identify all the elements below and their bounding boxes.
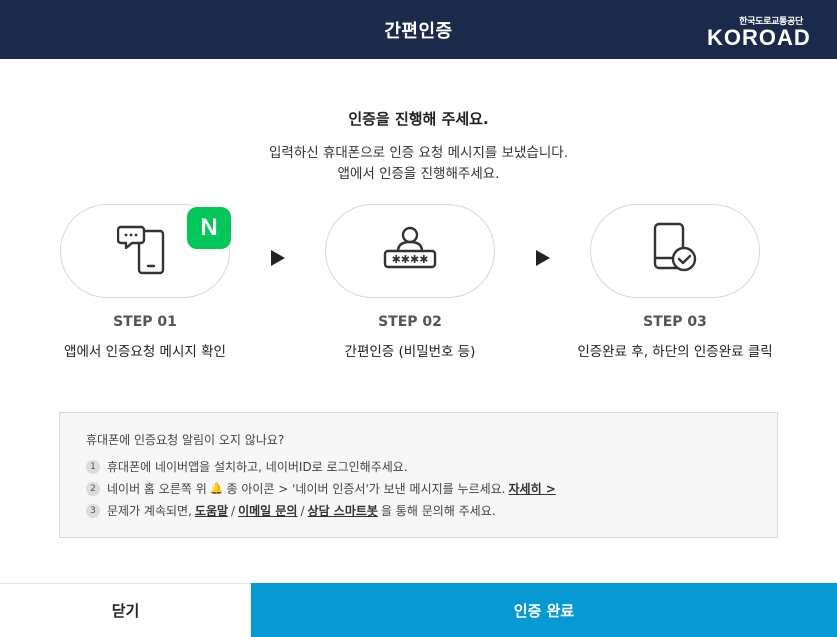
header-bar: 간편인증 한국도로교통공단 KOROAD [0,0,837,59]
step-1-desc: 앱에서 인증요청 메시지 확인 [64,344,226,360]
step-2: ✱✱✱✱ STEP 02 간편인증 (비밀번호 등) [325,204,495,360]
smartbot-link[interactable]: 상담 스마트봇 [308,502,378,519]
help-box: 휴대폰에 인증요청 알림이 오지 않나요? 1 휴대폰에 네이버앱을 설치하고,… [59,412,778,538]
help-item-2-text-b: 종 아이콘 > '네이버 인증서'가 보낸 메시지를 누르세요. [226,482,506,496]
step-1-label: STEP 01 [113,314,177,330]
help-link[interactable]: 도움말 [195,502,228,519]
step-2-pill: ✱✱✱✱ [325,204,495,298]
user-password-icon: ✱✱✱✱ [380,224,440,278]
phone-check-icon [649,221,701,281]
auth-complete-button[interactable]: 인증 완료 [251,583,837,637]
step-2-desc: 간편인증 (비밀번호 등) [344,344,476,360]
naver-icon: N [187,207,231,249]
step-3-pill [590,204,760,298]
help-item-3-sep-1: / [231,503,236,518]
step-2-label: STEP 02 [378,314,442,330]
help-item-3-sep-2: / [300,503,305,518]
help-item-3-text-b: 을 통해 문의해 주세요. [380,504,496,518]
logo-wordmark: KOROAD [707,25,811,50]
help-item-3: 3 문제가 계속되면, 도움말 / 이메일 문의 / 상담 스마트봇 을 통해 … [86,502,751,519]
close-button[interactable]: 닫기 [0,583,251,637]
intro-title: 인증을 진행해 주세요. [348,110,489,128]
details-link[interactable]: 자세히 > [508,480,555,497]
help-item-1-text: 휴대폰에 네이버앱을 설치하고, 네이버ID로 로그인해주세요. [107,460,408,474]
email-inquiry-link[interactable]: 이메일 문의 [238,502,297,519]
svg-text:✱✱✱✱: ✱✱✱✱ [392,253,429,266]
help-item-1-number: 1 [86,459,100,474]
help-title: 휴대폰에 인증요청 알림이 오지 않나요? [86,433,285,447]
help-item-2: 2 네이버 홈 오른쪽 위 🔔 종 아이콘 > '네이버 인증서'가 보낸 메시… [86,480,751,497]
phone-message-icon [116,219,173,283]
help-item-2-text-a: 네이버 홈 오른쪽 위 [107,482,207,496]
step-3-desc: 인증완료 후, 하단의 인증완료 클릭 [577,344,773,360]
step-3: STEP 03 인증완료 후, 하단의 인증완료 클릭 [577,204,773,360]
intro-desc-line2: 앱에서 인증을 진행해주세요. [337,166,500,182]
help-item-3-text-a: 문제가 계속되면, [107,504,192,518]
step-3-label: STEP 03 [643,314,707,330]
step-arrow-2 [536,250,550,266]
help-item-1: 1 휴대폰에 네이버앱을 설치하고, 네이버ID로 로그인해주세요. [86,458,751,475]
intro-desc-line1: 입력하신 휴대폰으로 인증 요청 메시지를 보냈습니다. [269,145,568,161]
step-1: N STEP 01 앱에서 인증요청 메시지 확인 [60,204,231,360]
page-title: 간편인증 [384,20,453,42]
intro-section: 인증을 진행해 주세요. 입력하신 휴대폰으로 인증 요청 메시지를 보냈습니다… [0,108,837,185]
footer-bar: 닫기 인증 완료 [0,583,837,637]
step-arrow-1 [271,250,285,266]
koroad-logo: 한국도로교통공단 KOROAD [707,14,819,50]
bell-icon: 🔔 [209,482,224,495]
help-item-3-number: 3 [86,503,100,518]
help-item-2-number: 2 [86,481,100,496]
step-1-pill: N [60,204,231,298]
